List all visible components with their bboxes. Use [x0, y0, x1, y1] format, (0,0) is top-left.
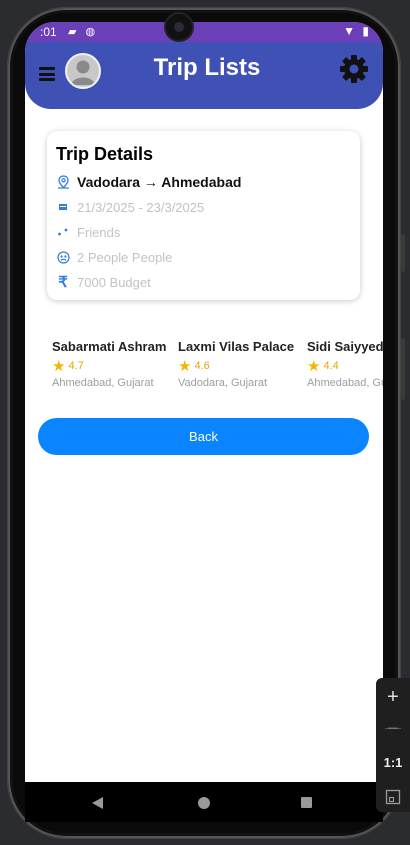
trip-details-card: Trip Details Vadodara → Ahmedabad 21/3/2…: [47, 131, 360, 300]
trip-details-title: Trip Details: [56, 144, 154, 164]
calendar-icon: [56, 200, 70, 214]
place-location: Ahmedabad, Gujarat: [52, 377, 154, 389]
trip-people: 2 People People: [77, 249, 173, 265]
status-right-icons: ▼ ▮: [343, 24, 371, 38]
zoom-out-button[interactable]: −: [376, 714, 410, 744]
place-name: Laxmi Vilas Palace: [178, 339, 295, 354]
page-title: Trip Lists: [153, 54, 261, 81]
zoom-ratio-button[interactable]: 1:1: [376, 755, 410, 770]
nav-home-icon[interactable]: [198, 797, 210, 809]
status-notification-icons: ▰ ◍: [68, 26, 99, 38]
trip-budget-row: ₹ 7000 Budget: [56, 272, 151, 292]
front-camera: [166, 14, 192, 40]
places-carousel[interactable]: Sabarmati Ashram ★ 4.7 Ahmedabad, Gujarat…: [52, 339, 383, 409]
star-icon: ★: [52, 358, 66, 375]
system-nav-bar: [25, 782, 383, 822]
place-location: Ahmedabad, Gujarat: [307, 377, 383, 389]
place-rating-value: 4.4: [323, 360, 339, 372]
trip-companions-row: Friends: [56, 222, 120, 242]
power-button: [401, 338, 405, 400]
place-rating: ★ 4.7: [52, 357, 180, 375]
star-icon: ★: [178, 358, 192, 375]
place-card[interactable]: Sidi Saiyyed Mosque ★4.4 Ahmedabad, Guja…: [307, 339, 383, 389]
trip-dates-row: 21/3/2025 - 23/3/2025: [56, 197, 204, 217]
status-bar: :01 ▰ ◍ ▼ ▮: [25, 22, 383, 42]
place-location: Vadodara, Gujarat: [178, 377, 268, 389]
gear-icon[interactable]: [339, 54, 369, 84]
place-rating-value: 4.7: [68, 360, 84, 372]
emulator-zoom-panel: + − 1:1: [376, 678, 410, 812]
location-pin-icon: [56, 175, 70, 189]
status-time: :01: [40, 25, 57, 39]
place-rating-value: 4.6: [194, 360, 210, 372]
trip-people-row: 2 People People: [56, 247, 172, 267]
place-rating: ★ 4.6: [178, 357, 306, 375]
place-card[interactable]: Laxmi Vilas Palace ★ 4.6 Vadodara, Gujara…: [178, 339, 306, 389]
group-icon: [56, 225, 70, 239]
trip-route: Vadodara → Ahmedabad: [77, 174, 242, 190]
zoom-in-button[interactable]: +: [376, 682, 410, 712]
back-button[interactable]: Back: [38, 418, 369, 455]
rupee-icon: ₹: [58, 274, 68, 291]
nav-back-icon[interactable]: [92, 797, 103, 809]
star-icon: ★: [307, 358, 321, 375]
trip-route-row: Vadodara → Ahmedabad: [56, 172, 241, 192]
volume-button: [401, 234, 405, 272]
trip-dates: 21/3/2025 - 23/3/2025: [77, 199, 205, 215]
app-bar: Trip Lists: [25, 42, 383, 109]
app-screen: :01 ▰ ◍ ▼ ▮ Trip Lists Trip Details Vado…: [25, 22, 383, 812]
place-rating: ★ 4.4: [307, 357, 383, 375]
nav-recents-icon[interactable]: [301, 797, 312, 808]
place-name: Sabarmati Ashram: [52, 339, 167, 354]
trip-budget: 7000 Budget: [77, 274, 151, 290]
trip-companions: Friends: [77, 224, 121, 240]
people-icon: [56, 250, 70, 264]
place-name: Sidi Saiyyed Mosque: [307, 339, 383, 354]
place-card[interactable]: Sabarmati Ashram ★ 4.7 Ahmedabad, Gujarat: [52, 339, 180, 389]
fit-screen-icon[interactable]: [376, 781, 410, 811]
